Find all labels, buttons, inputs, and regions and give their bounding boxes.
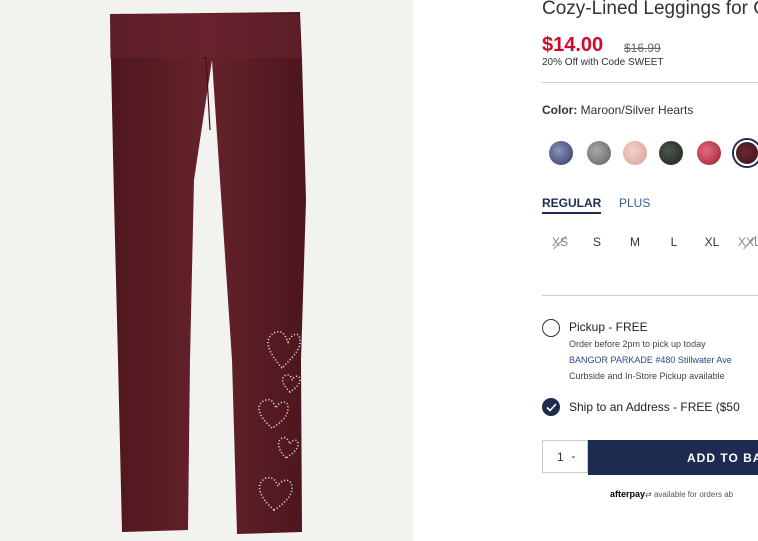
product-title: Cozy-Lined Leggings for G (542, 0, 758, 19)
color-line: Color: Maroon/Silver Hearts (542, 103, 693, 117)
size-xs[interactable]: XS (548, 235, 572, 249)
ship-title: Ship to an Address - FREE ($50 (569, 400, 740, 414)
chevron-down-icon: ⌄ (570, 451, 577, 460)
quantity-select[interactable]: 1 ⌄ (542, 440, 588, 473)
pickup-store-link[interactable]: BANGOR PARKADE #480 Stillwater Ave (569, 355, 732, 365)
checkmark-icon (546, 403, 557, 412)
swatch-light-pink[interactable] (623, 141, 647, 165)
original-price: $16.99 (624, 41, 661, 55)
afterpay-logo: afterpay (610, 489, 646, 499)
color-value: Maroon/Silver Hearts (580, 103, 694, 117)
size-l[interactable]: L (662, 235, 686, 249)
tab-plus[interactable]: PLUS (619, 196, 650, 210)
size-xl[interactable]: XL (700, 235, 724, 249)
sale-price: $14.00 (542, 34, 604, 56)
swatch-red-sparkle[interactable] (697, 141, 721, 165)
swatch-navy-floral[interactable] (549, 141, 573, 165)
afterpay-icon: ⇄ (645, 490, 652, 499)
afterpay-note: afterpay⇄ available for orders ab (610, 489, 733, 499)
product-info: Cozy-Lined Leggings for G $14.00 $16.99 … (542, 0, 758, 541)
size-s[interactable]: S (585, 235, 609, 249)
swatch-maroon-silver-hearts[interactable] (734, 140, 758, 166)
add-to-bag-label: ADD TO BAG (687, 451, 758, 465)
product-image[interactable] (0, 0, 413, 541)
color-label: Color: (542, 103, 578, 117)
divider (542, 295, 758, 296)
size-m[interactable]: M (623, 235, 647, 249)
add-to-bag-button[interactable]: ADD TO BAG (588, 440, 758, 475)
size-xxl[interactable]: XXL (738, 235, 758, 249)
afterpay-text: available for orders ab (653, 490, 734, 499)
promo-text: 20% Off with Code SWEET (542, 57, 664, 68)
ship-radio[interactable] (542, 398, 560, 416)
divider (542, 82, 758, 83)
leggings-image (110, 12, 306, 534)
quantity-value: 1 (557, 450, 564, 464)
swatch-dark-green[interactable] (659, 141, 683, 165)
pickup-note: Curbside and In-Store Pickup available (569, 371, 725, 381)
tab-regular[interactable]: REGULAR (542, 196, 602, 214)
pickup-radio[interactable] (542, 319, 560, 337)
swatch-heather-grey[interactable] (587, 141, 611, 165)
pickup-title: Pickup - FREE (569, 320, 648, 334)
pickup-subtext: Order before 2pm to pick up today (569, 339, 706, 349)
